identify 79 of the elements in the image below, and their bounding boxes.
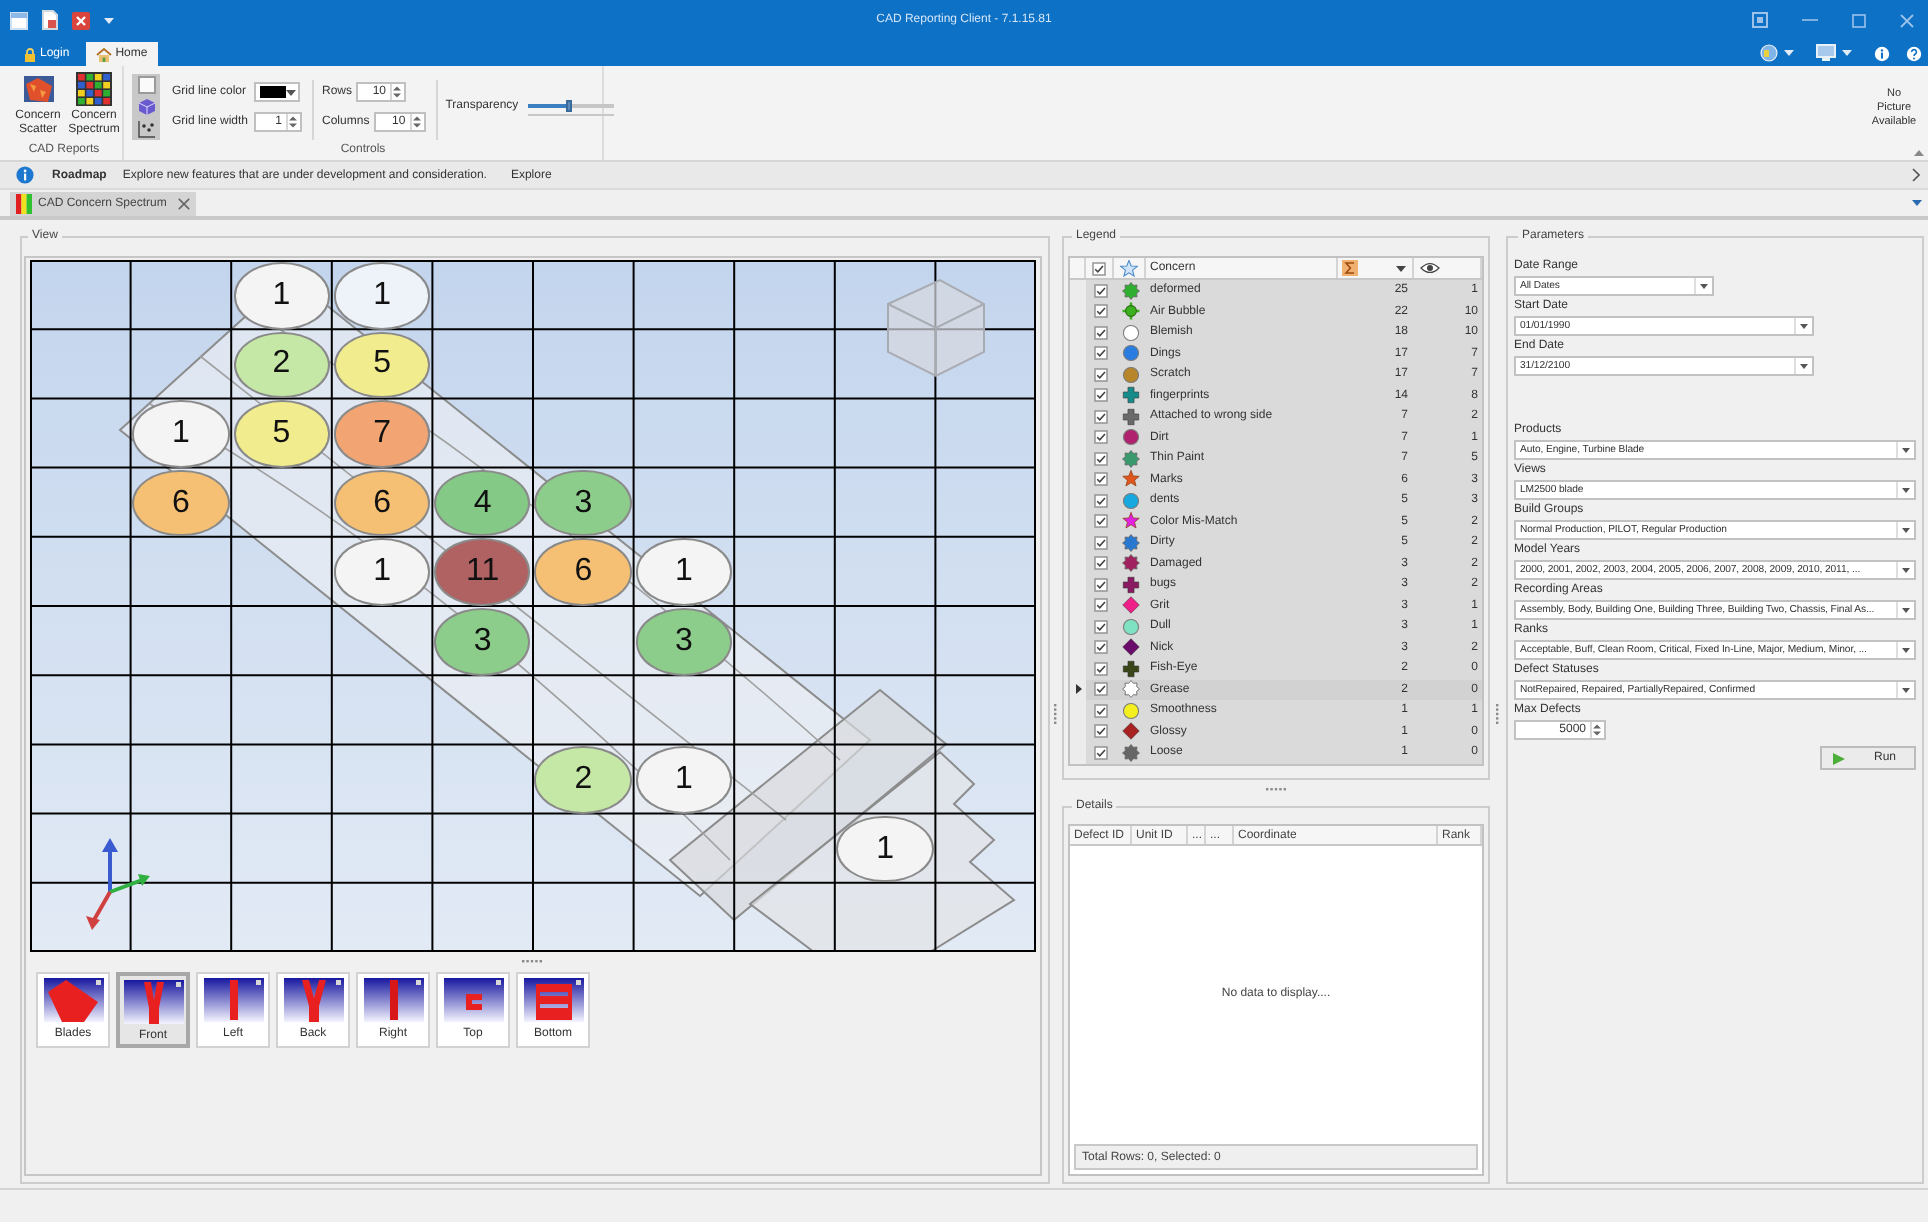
color-picker[interactable] — [254, 82, 301, 102]
checkbox[interactable] — [1093, 472, 1107, 487]
checkbox[interactable] — [1093, 388, 1107, 403]
window-icon[interactable] — [10, 11, 28, 29]
play-icon — [1832, 751, 1846, 765]
color-grid-icon — [76, 72, 112, 106]
checkbox[interactable] — [1093, 325, 1107, 340]
checkbox[interactable] — [1093, 598, 1107, 613]
dropdown-arrow-icon[interactable] — [1896, 642, 1914, 658]
window-layout-icon[interactable] — [1752, 12, 1768, 28]
checkbox[interactable] — [1093, 514, 1107, 529]
checkbox[interactable] — [1093, 283, 1107, 298]
sort-caret-icon[interactable] — [1396, 265, 1406, 271]
spin-arrows-icon[interactable] — [409, 114, 422, 130]
dropdown-arrow-icon[interactable] — [1794, 358, 1812, 374]
checkbox[interactable] — [1093, 304, 1107, 319]
checkbox[interactable] — [1092, 261, 1106, 275]
dropdown-arrow-icon[interactable] — [1794, 318, 1812, 334]
blade-view-icon — [123, 980, 183, 1024]
row-indicator-icon — [1075, 684, 1081, 695]
dropdown-arrow-icon[interactable] — [1896, 442, 1914, 458]
checkbox[interactable] — [1093, 346, 1107, 361]
chevron-right-icon[interactable] — [1912, 168, 1920, 182]
color-bars-icon — [16, 194, 32, 214]
scatter-dots-icon[interactable] — [137, 120, 155, 138]
blade-view-icon — [283, 978, 343, 1022]
close-icon[interactable] — [1900, 13, 1914, 27]
padlock-icon — [24, 47, 36, 61]
transparency-slider[interactable] — [528, 97, 615, 115]
blade-view-icon — [443, 978, 503, 1022]
checkbox[interactable] — [1093, 556, 1107, 571]
checkbox[interactable] — [1093, 640, 1107, 655]
globe-icon[interactable] — [1760, 44, 1778, 62]
monitor-icon[interactable] — [1816, 44, 1836, 62]
dropdown-arrow-icon[interactable] — [1896, 602, 1914, 618]
caret-icon[interactable] — [1842, 50, 1852, 56]
info-icon — [16, 166, 34, 184]
checkbox[interactable] — [1093, 409, 1107, 424]
spin-arrows-icon[interactable] — [1590, 722, 1602, 738]
checkbox[interactable] — [1093, 619, 1107, 634]
checkbox[interactable] — [1093, 493, 1107, 508]
caret-icon[interactable] — [104, 17, 114, 23]
help-icon[interactable] — [1906, 45, 1922, 61]
checkbox[interactable] — [1093, 682, 1107, 697]
close-icon[interactable] — [178, 198, 191, 210]
checkbox[interactable] — [1093, 724, 1107, 739]
blade-view-icon — [43, 978, 103, 1022]
caret-icon[interactable] — [1784, 50, 1794, 56]
spin-arrows-icon[interactable] — [286, 114, 299, 130]
checkbox[interactable] — [1093, 661, 1107, 676]
square-icon[interactable] — [137, 76, 155, 94]
checkbox[interactable] — [1093, 745, 1107, 760]
caret-icon[interactable] — [1912, 200, 1922, 206]
house-icon — [95, 47, 112, 61]
caret-icon[interactable] — [286, 89, 297, 95]
sigma-icon[interactable] — [1342, 260, 1358, 276]
document-icon[interactable] — [42, 10, 58, 30]
caret-up-icon[interactable] — [1914, 150, 1924, 156]
checkbox[interactable] — [1093, 430, 1107, 445]
dropdown-arrow-icon[interactable] — [1896, 562, 1914, 578]
checkbox[interactable] — [1093, 367, 1107, 382]
blade-view-icon — [203, 978, 263, 1022]
dropdown-arrow-icon[interactable] — [1896, 522, 1914, 538]
star-icon — [1120, 259, 1138, 277]
blade-view-icon — [523, 978, 583, 1022]
scatter-chart-icon — [21, 72, 55, 106]
checkbox[interactable] — [1093, 577, 1107, 592]
dropdown-arrow-icon[interactable] — [1694, 278, 1712, 294]
checkbox[interactable] — [1093, 703, 1107, 718]
info-icon[interactable] — [1874, 45, 1890, 61]
eye-icon[interactable] — [1420, 262, 1440, 274]
dropdown-arrow-icon[interactable] — [1896, 482, 1914, 498]
slider-thumb[interactable] — [565, 99, 572, 111]
cross-square-icon[interactable] — [72, 11, 90, 29]
checkbox[interactable] — [1093, 451, 1107, 466]
checkbox[interactable] — [1093, 535, 1107, 550]
blade-view-icon — [363, 978, 423, 1022]
spin-arrows-icon[interactable] — [390, 84, 403, 100]
dropdown-arrow-icon[interactable] — [1896, 682, 1914, 698]
